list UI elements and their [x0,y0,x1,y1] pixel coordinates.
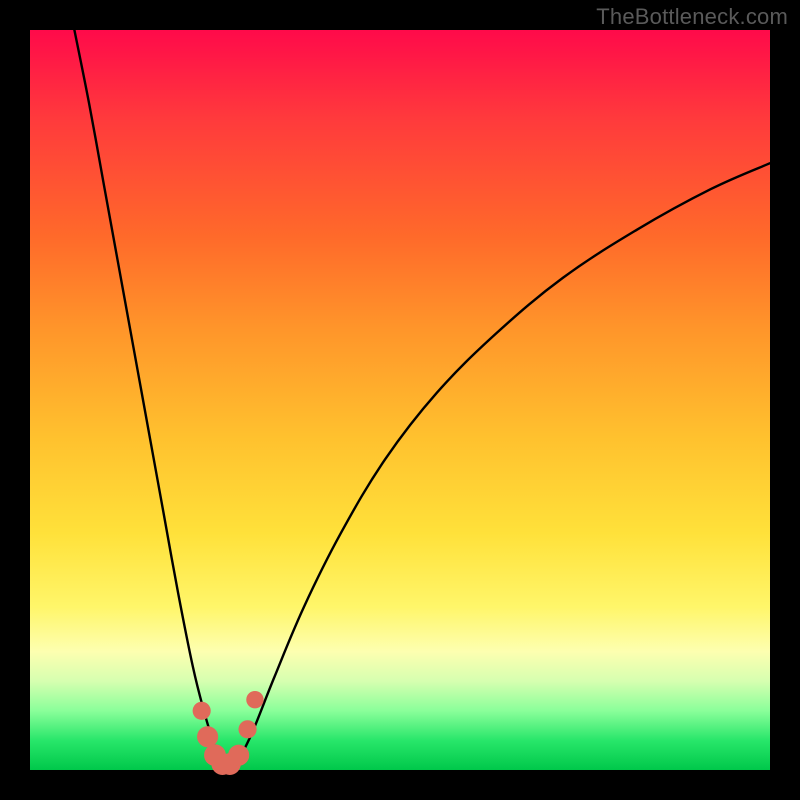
valley-marker [193,702,211,720]
chart-svg [30,30,770,770]
watermark-text: TheBottleneck.com [596,4,788,30]
plot-area [30,30,770,770]
valley-marker [246,691,263,708]
curve-right-branch [237,163,770,762]
outer-frame: TheBottleneck.com [0,0,800,800]
curve-left-branch [74,30,222,766]
valley-marker [197,726,218,747]
valley-marker [238,720,256,738]
marker-layer [193,691,264,775]
valley-marker [228,745,249,766]
curve-layer [74,30,770,767]
